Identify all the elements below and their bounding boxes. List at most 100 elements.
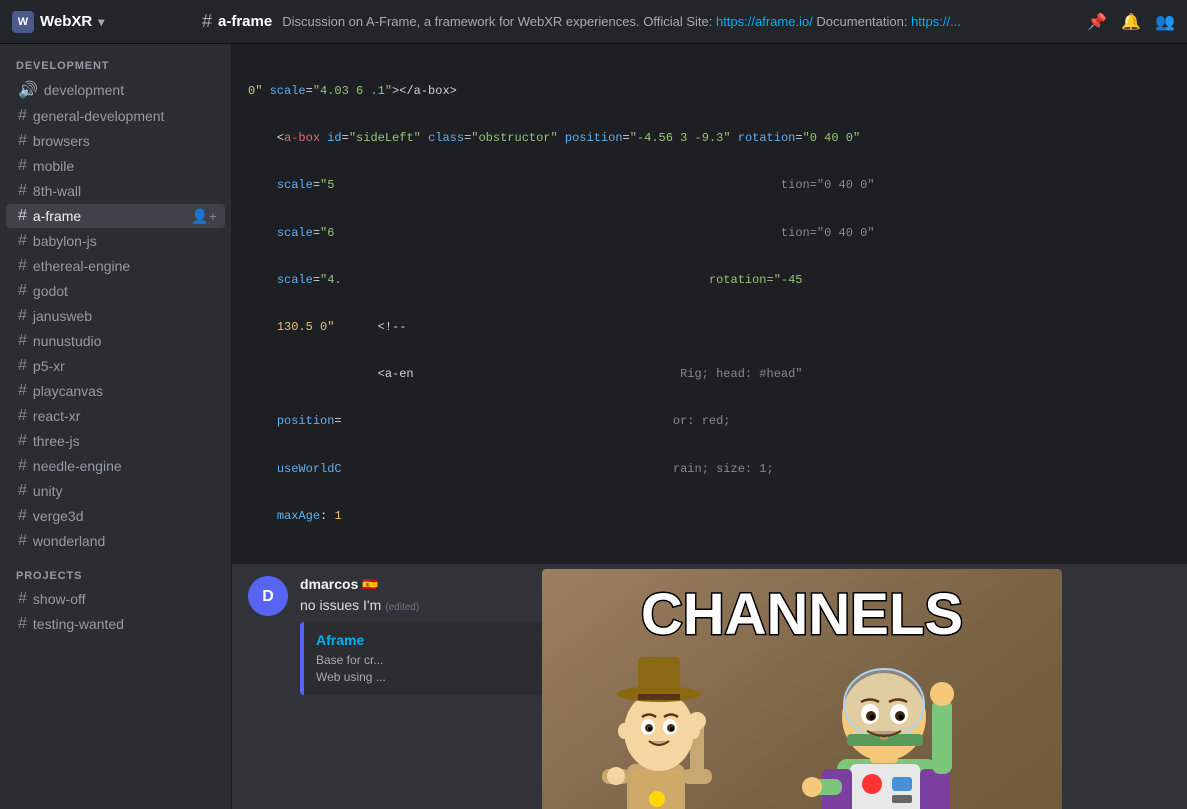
app-name: WebXR (40, 13, 92, 30)
hash-icon: # (18, 207, 27, 225)
sidebar-item-browsers[interactable]: # browsers (6, 129, 225, 153)
sidebar-item-label: ethereal-engine (33, 258, 130, 274)
top-bar-actions: 📌 🔔 👥 (1087, 12, 1175, 32)
sidebar-item-development[interactable]: 🔊 development (6, 77, 225, 103)
sidebar-item-general-development[interactable]: # general-development (6, 104, 225, 128)
avatar: D (248, 576, 288, 616)
mute-icon[interactable]: 🔔 (1121, 12, 1141, 32)
sidebar-item-label: godot (33, 283, 68, 299)
hash-icon: # (18, 357, 27, 375)
hash-icon: # (18, 182, 27, 200)
hash-icon: # (18, 332, 27, 350)
sidebar-item-label: mobile (33, 158, 74, 174)
svg-text:D: D (262, 588, 274, 605)
main-layout: DEVELOPMENT 🔊 development # general-deve… (0, 44, 1187, 809)
content-area: 0" scale="4.03 6 .1"></a-box> <a-box id=… (232, 44, 1187, 809)
hash-icon: # (18, 107, 27, 125)
sidebar-item-label: p5-xr (33, 358, 65, 374)
sidebar-item-wonderland[interactable]: # wonderland (6, 529, 225, 553)
sidebar-item-ethereal-engine[interactable]: # ethereal-engine (6, 254, 225, 278)
channel-hash-icon: # (202, 11, 212, 32)
sidebar-item-label: needle-engine (33, 458, 122, 474)
channel-name: a-frame (218, 13, 272, 30)
message-author: dmarcos 🇪🇸 (300, 576, 378, 593)
sidebar-item-three-js[interactable]: # three-js (6, 429, 225, 453)
pin-icon[interactable]: 📌 (1087, 12, 1107, 32)
code-line: 0" scale="4.03 6 .1"></a-box> (248, 82, 1171, 101)
sidebar-item-mobile[interactable]: # mobile (6, 154, 225, 178)
hash-icon: # (18, 482, 27, 500)
sidebar-items: DEVELOPMENT 🔊 development # general-deve… (0, 44, 231, 809)
sidebar-item-label: general-development (33, 108, 165, 124)
sidebar-item-a-frame[interactable]: # a-frame 👤+ (6, 204, 225, 228)
channel-link-1[interactable]: https://aframe.io/ (716, 14, 813, 29)
sidebar-item-p5-xr[interactable]: # p5-xr (6, 354, 225, 378)
sidebar-item-verge3d[interactable]: # verge3d (6, 504, 225, 528)
hash-icon: # (18, 407, 27, 425)
hash-icon: # (18, 432, 27, 450)
sidebar-item-playcanvas[interactable]: # playcanvas (6, 379, 225, 403)
code-line: 130.5 0" <!-- (248, 318, 1171, 337)
sidebar-item-label: wonderland (33, 533, 105, 549)
hash-icon: # (18, 590, 27, 608)
sidebar-item-babylon-js[interactable]: # babylon-js (6, 229, 225, 253)
sidebar-item-unity[interactable]: # unity (6, 479, 225, 503)
code-line: maxAge: 1 (248, 507, 1171, 526)
channel-description: Discussion on A-Frame, a framework for W… (282, 14, 1077, 29)
hash-icon: # (18, 132, 27, 150)
sidebar-item-label: 8th-wall (33, 183, 81, 199)
hash-icon: # (18, 307, 27, 325)
members-icon[interactable]: 👥 (1155, 12, 1175, 32)
app-logo[interactable]: W WebXR ▾ (12, 11, 192, 33)
code-line: <a-en Rig; head: #head" (248, 365, 1171, 384)
top-bar: W WebXR ▾ # a-frame Discussion on A-Fram… (0, 0, 1187, 44)
channel-link-2[interactable]: https://... (911, 14, 961, 29)
code-line: scale="5 tion="0 40 0" (248, 176, 1171, 195)
sidebar-item-label: a-frame (33, 208, 81, 224)
code-line: position= or: red; (248, 412, 1171, 431)
sidebar-item-react-xr[interactable]: # react-xr (6, 404, 225, 428)
hash-icon: # (18, 382, 27, 400)
hash-icon: # (18, 457, 27, 475)
svg-text:CHANNELS: CHANNELS (641, 582, 963, 647)
sidebar-item-godot[interactable]: # godot (6, 279, 225, 303)
author-emoji: 🇪🇸 (362, 577, 378, 592)
sidebar-item-testing-wanted[interactable]: # testing-wanted (6, 612, 225, 636)
add-member-icon[interactable]: 👤+ (191, 208, 217, 225)
sidebar-item-label: nunustudio (33, 333, 102, 349)
sidebar-item-8th-wall[interactable]: # 8th-wall (6, 179, 225, 203)
hash-icon: # (18, 532, 27, 550)
meme-wrapper: CHANNELS CHANNELS EVERYWHERE (542, 569, 1062, 809)
hash-icon: # (18, 282, 27, 300)
channel-header: # a-frame (202, 11, 272, 32)
sidebar-item-show-off[interactable]: # show-off (6, 587, 225, 611)
sidebar-item-label: babylon-js (33, 233, 97, 249)
app-logo-icon: W (12, 11, 34, 33)
chevron-down-icon[interactable]: ▾ (98, 15, 104, 29)
sidebar-item-janusweb[interactable]: # janusweb (6, 304, 225, 328)
code-line: <a-box id="sideLeft" class="obstructor" … (248, 129, 1171, 148)
sidebar-item-label: playcanvas (33, 383, 103, 399)
sidebar-item-needle-engine[interactable]: # needle-engine (6, 454, 225, 478)
sidebar-item-label: unity (33, 483, 63, 499)
section-development: DEVELOPMENT (0, 44, 231, 76)
message-edited-badge: (edited) (385, 602, 419, 613)
hash-icon: # (18, 232, 27, 250)
sidebar-item-label: janusweb (33, 308, 92, 324)
section-projects: PROJECTS (0, 554, 231, 586)
sidebar-item-label: browsers (33, 133, 90, 149)
code-block: 0" scale="4.03 6 .1"></a-box> <a-box id=… (232, 44, 1187, 564)
code-line: useWorldC rain; size: 1; (248, 460, 1171, 479)
hash-icon: # (18, 615, 27, 633)
sidebar-item-label: react-xr (33, 408, 80, 424)
sidebar-item-label: three-js (33, 433, 80, 449)
sidebar-item-nunustudio[interactable]: # nunustudio (6, 329, 225, 353)
sidebar-item-label: show-off (33, 591, 86, 607)
meme-image: CHANNELS CHANNELS EVERYWHERE (542, 569, 1062, 809)
hash-icon: # (18, 507, 27, 525)
code-line: scale="4. rotation="-45 (248, 271, 1171, 290)
sidebar-item-label: verge3d (33, 508, 84, 524)
sidebar: DEVELOPMENT 🔊 development # general-deve… (0, 44, 232, 809)
hash-icon: # (18, 157, 27, 175)
hash-icon: # (18, 257, 27, 275)
